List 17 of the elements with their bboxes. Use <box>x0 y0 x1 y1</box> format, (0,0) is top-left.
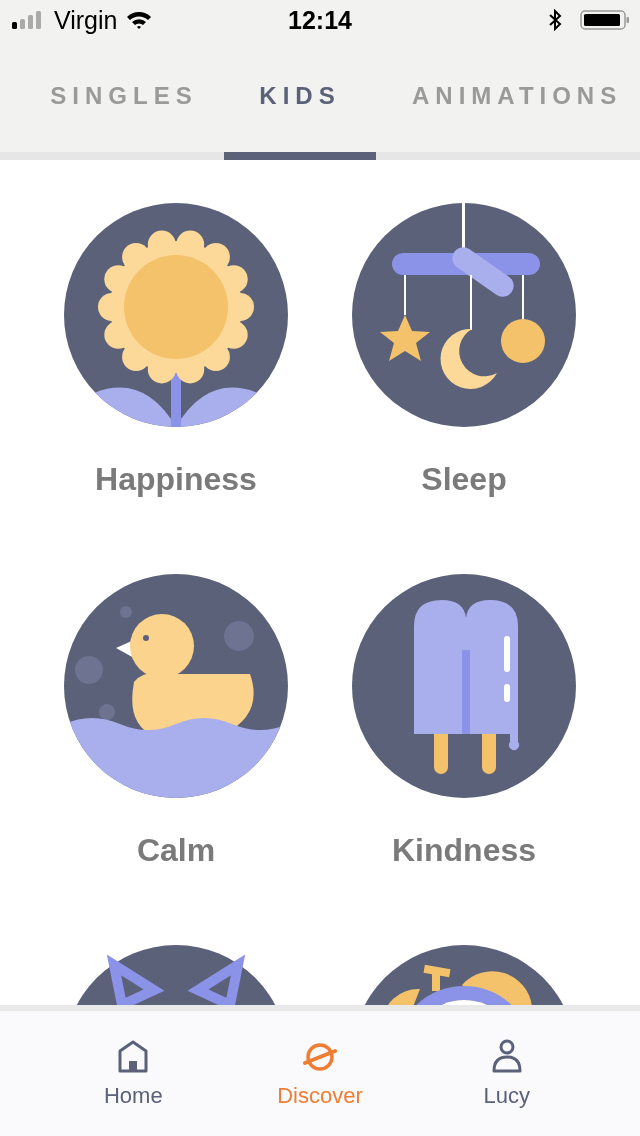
clock-time: 12:14 <box>288 5 352 35</box>
wifi-icon <box>125 10 154 30</box>
duck-drawing[interactable] <box>64 574 288 798</box>
battery-icon <box>580 9 630 31</box>
category-title: Calm <box>136 832 216 869</box>
carrier-name: Virgin <box>54 5 118 35</box>
category-title: Happiness <box>95 461 257 498</box>
popsicle-drawing[interactable] <box>352 574 576 798</box>
home-icon <box>116 1038 151 1075</box>
baby-mobile-drawing[interactable] <box>352 203 576 427</box>
nav-tab[interactable]: Home <box>40 1011 227 1136</box>
category-title: Sleep <box>421 461 507 498</box>
bluetooth-icon <box>548 9 562 31</box>
sunflower-drawing[interactable] <box>64 203 288 427</box>
category-tab[interactable]: KIDS <box>224 40 376 160</box>
nav-tab[interactable]: Lucy <box>413 1011 600 1136</box>
category-title: Kindness <box>392 832 536 869</box>
